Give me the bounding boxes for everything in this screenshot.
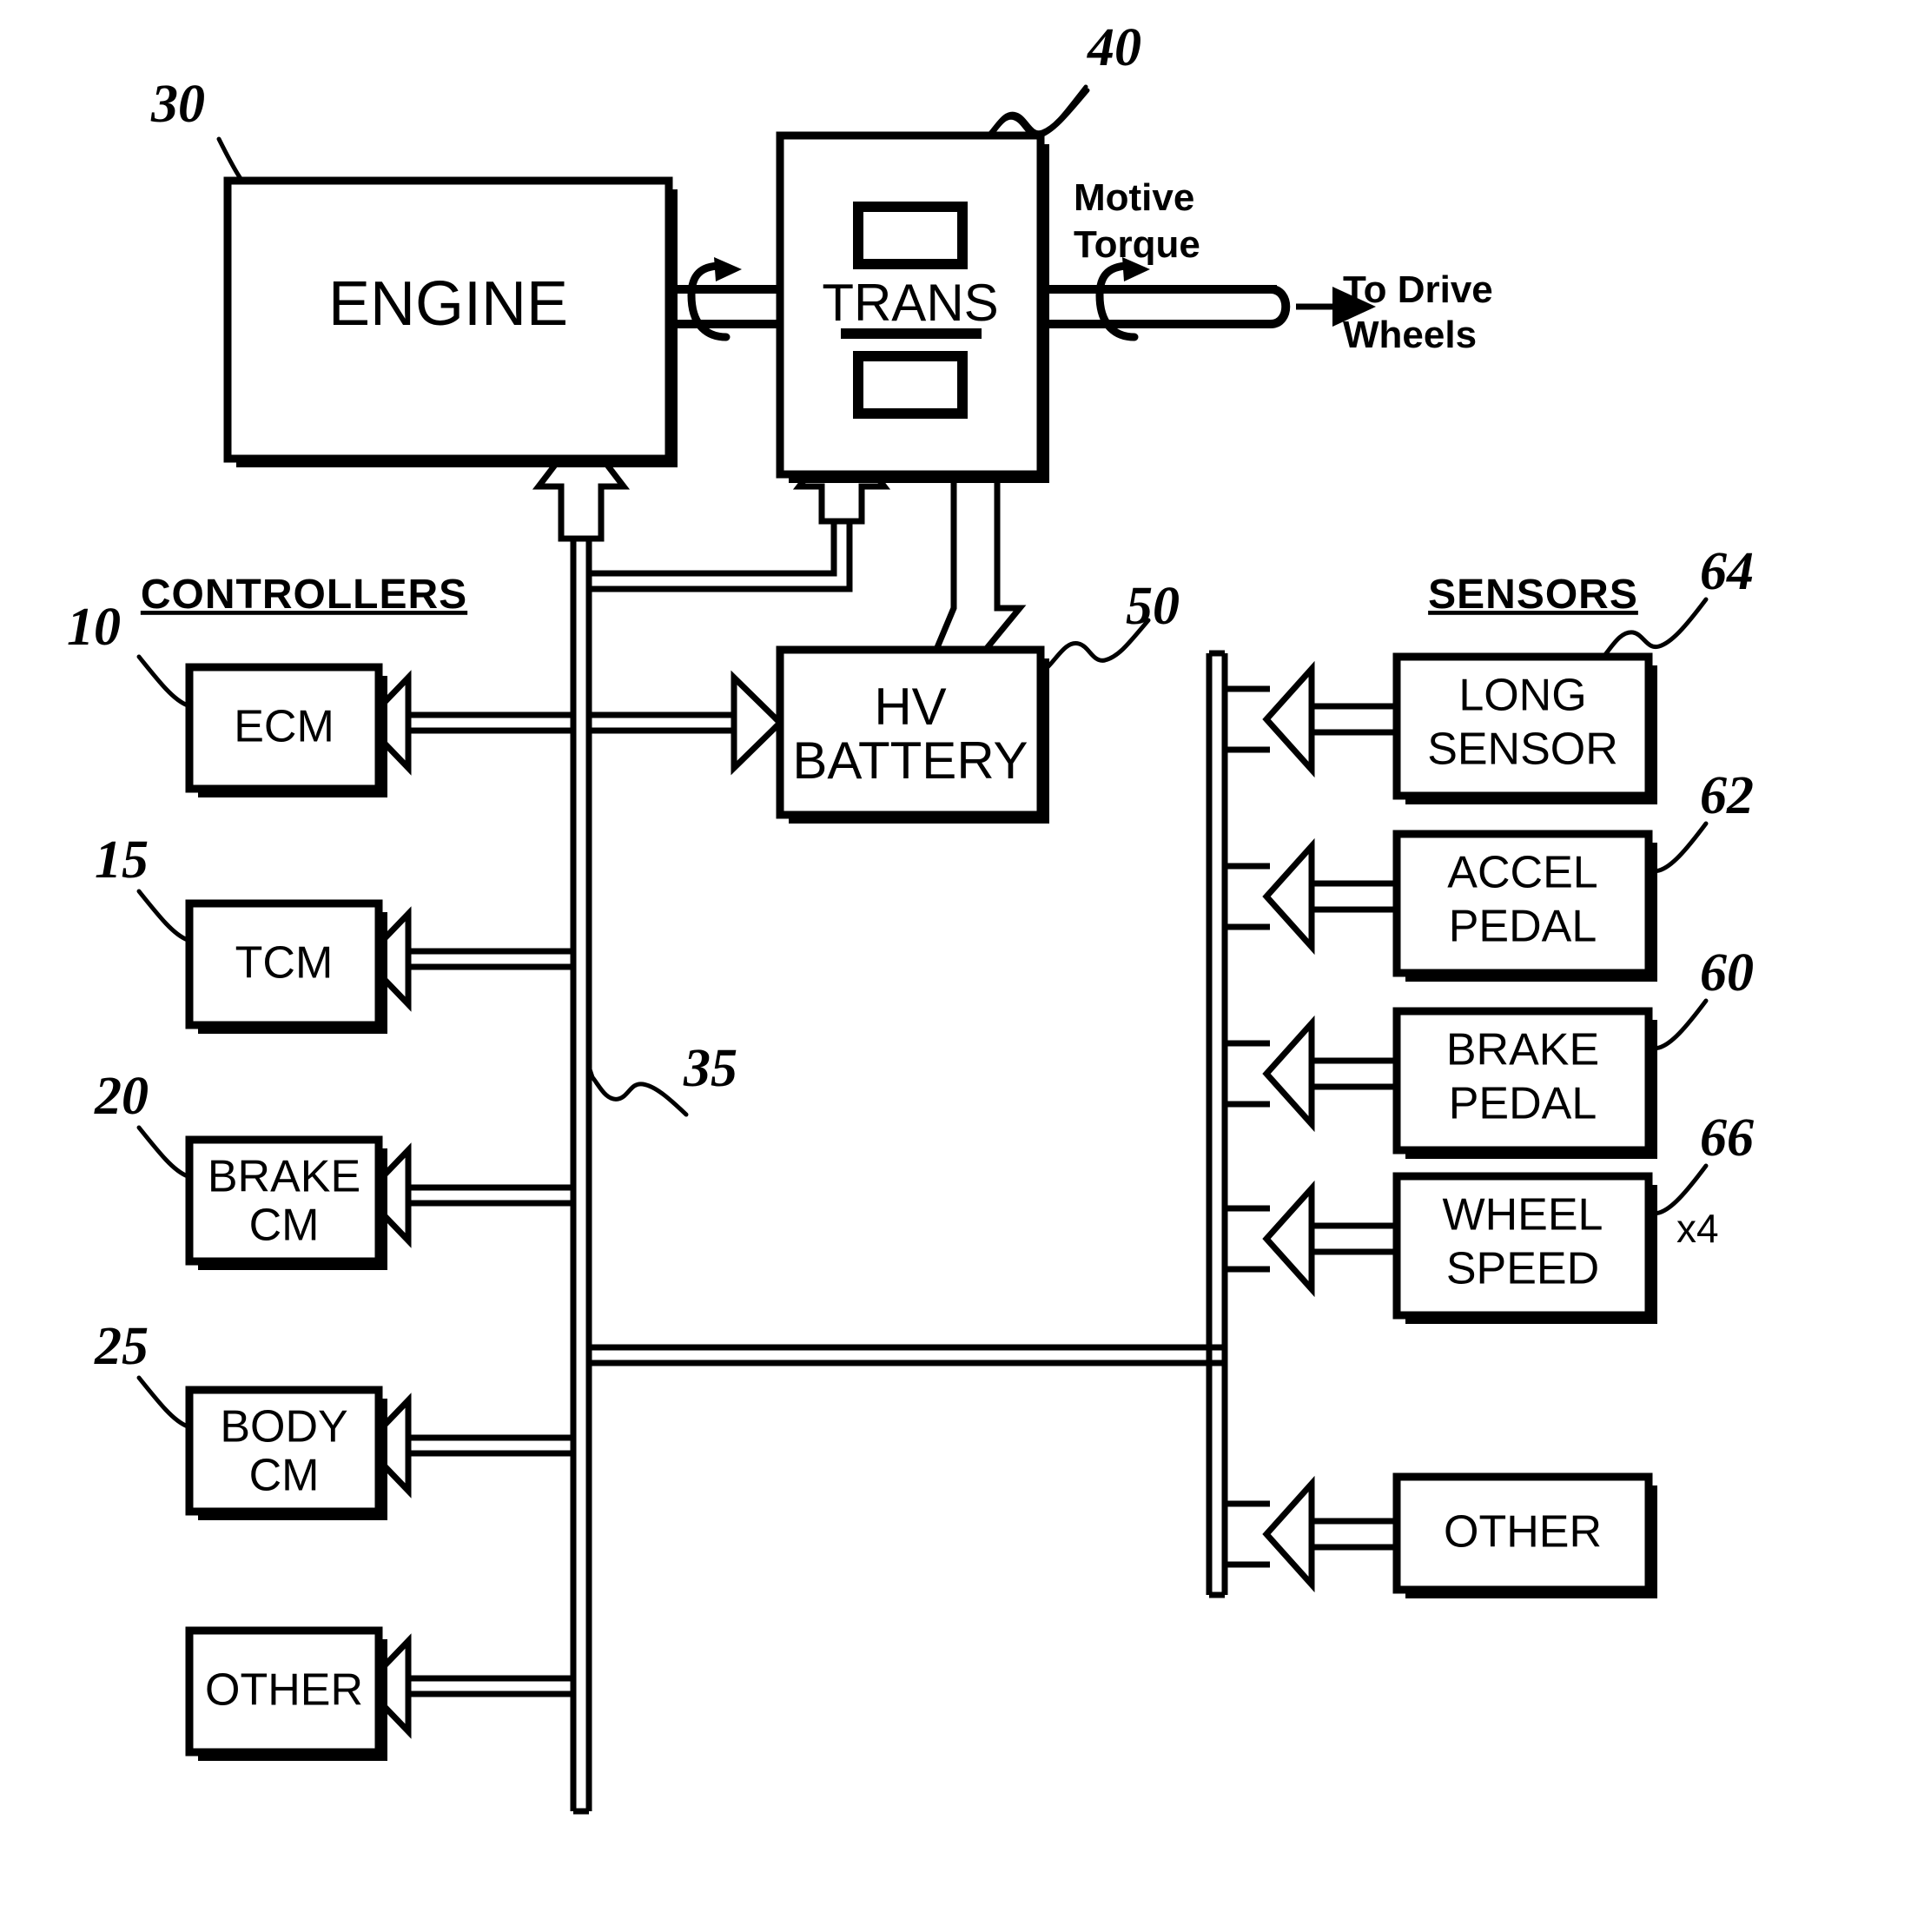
- motive-torque-note-line2: Torque: [1074, 223, 1200, 266]
- controller-brake-cm-label-line2: CM: [249, 1201, 320, 1251]
- patent-figure-canvas: ENGINE TRANS HV BATTERY ECM TCM BRAKE CM…: [0, 0, 1924, 1932]
- callout-62: 62: [1700, 766, 1754, 825]
- controller-body-cm-label-line2: CM: [249, 1451, 320, 1501]
- callout-10: 10: [67, 598, 121, 657]
- callout-20: 20: [94, 1067, 149, 1126]
- sensor-brake-label-line1: BRAKE: [1446, 1025, 1599, 1075]
- hv-battery-block[interactable]: HV BATTERY: [776, 645, 1049, 824]
- sensor-wheel-label-line1: WHEEL: [1443, 1190, 1603, 1241]
- controller-box-tcm[interactable]: TCM: [185, 899, 387, 1034]
- sensor-long-label-line2: SENSOR: [1427, 724, 1618, 775]
- drive-wheels-note-line1: To Drive: [1343, 268, 1493, 311]
- controller-body-cm-label-line1: BODY: [220, 1402, 347, 1452]
- sensors-heading: SENSORS: [1428, 572, 1638, 618]
- callout-30: 30: [150, 75, 205, 134]
- trans-underline: [841, 328, 982, 339]
- engine-block[interactable]: ENGINE: [223, 176, 678, 467]
- callout-66: 66: [1700, 1108, 1754, 1168]
- callout-50: 50: [1126, 577, 1180, 636]
- sensor-brake-label-line2: PEDAL: [1449, 1079, 1597, 1129]
- transmission-block[interactable]: TRANS: [776, 131, 1049, 483]
- callout-60: 60: [1700, 943, 1754, 1002]
- controller-tcm-label: TCM: [235, 938, 334, 989]
- sensor-box-brake-pedal[interactable]: BRAKE PEDAL: [1392, 1007, 1657, 1159]
- motive-torque-note-line1: Motive: [1074, 176, 1194, 219]
- controller-box-ecm[interactable]: ECM: [185, 663, 387, 797]
- hv-battery-label-line2: BATTERY: [792, 731, 1028, 790]
- sensor-other-label: OTHER: [1444, 1507, 1602, 1558]
- sensor-long-label-line1: LONG: [1458, 671, 1586, 721]
- block-layer: ENGINE TRANS HV BATTERY ECM TCM BRAKE CM…: [67, 18, 1754, 1761]
- controller-box-other[interactable]: OTHER: [185, 1626, 387, 1761]
- sensor-box-other[interactable]: OTHER: [1392, 1472, 1657, 1598]
- sensor-box-accel-pedal[interactable]: ACCEL PEDAL: [1392, 830, 1657, 982]
- drive-wheels-note-line2: Wheels: [1343, 314, 1477, 356]
- sensor-wheel-label-line2: SPEED: [1446, 1244, 1599, 1294]
- controllers-heading: CONTROLLERS: [141, 572, 467, 618]
- sensor-box-wheel-speed[interactable]: WHEEL SPEED: [1392, 1172, 1657, 1324]
- controller-ecm-label: ECM: [234, 702, 334, 752]
- controller-box-brake-cm[interactable]: BRAKE CM: [185, 1135, 387, 1270]
- controller-other-label: OTHER: [205, 1665, 363, 1716]
- sensor-accel-label-line1: ACCEL: [1447, 848, 1597, 898]
- callout-15: 15: [95, 830, 149, 890]
- transmission-label: TRANS: [822, 274, 998, 332]
- controller-brake-cm-label-line1: BRAKE: [208, 1152, 360, 1202]
- engine-label: ENGINE: [328, 269, 568, 339]
- sensor-accel-label-line2: PEDAL: [1449, 902, 1597, 952]
- callout-64: 64: [1700, 542, 1754, 601]
- callout-35: 35: [683, 1039, 737, 1098]
- callout-25: 25: [94, 1317, 149, 1376]
- hv-battery-label-line1: HV: [874, 678, 946, 736]
- controller-box-body-cm[interactable]: BODY CM: [185, 1386, 387, 1520]
- sensor-box-long-sensor[interactable]: LONG SENSOR: [1392, 652, 1657, 804]
- wheel-speed-qty-note: x4: [1676, 1206, 1719, 1251]
- callout-40: 40: [1087, 18, 1141, 77]
